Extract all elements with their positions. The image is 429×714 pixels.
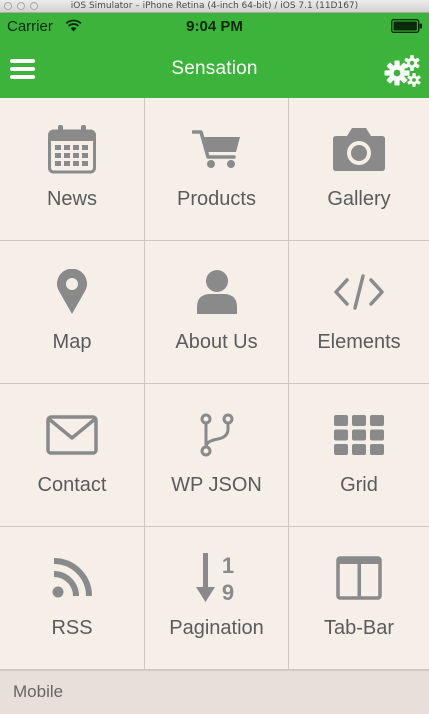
menu-item-label: WP JSON [171, 474, 262, 496]
menu-item-pagination[interactable]: 1 9 Pagination [145, 527, 289, 670]
camera-icon [333, 128, 385, 171]
menu-item-label: News [46, 188, 97, 210]
footer-bar: Mobile [0, 670, 429, 714]
menu-item-gallery[interactable]: Gallery [289, 98, 429, 241]
map-pin-icon [57, 269, 87, 314]
menu-item-label: About Us [175, 331, 258, 353]
rss-icon [52, 558, 92, 598]
menu-item-about-us[interactable]: About Us [145, 241, 289, 384]
status-time: 9:04 PM [186, 18, 243, 35]
page-title: Sensation [171, 58, 258, 79]
footer-label: Mobile [13, 682, 64, 701]
menu-item-label: Pagination [169, 617, 264, 639]
menu-item-elements[interactable]: Elements [289, 241, 429, 384]
menu-item-grid[interactable]: Grid [289, 384, 429, 527]
svg-text:9: 9 [221, 580, 233, 605]
simulator-title: iOS Simulator – iPhone Retina (4-inch 64… [70, 1, 359, 11]
menu-item-label: Elements [317, 331, 401, 353]
shopping-cart-icon [191, 130, 240, 168]
user-icon [196, 270, 237, 314]
menu-item-rss[interactable]: RSS [0, 527, 145, 670]
menu-item-map[interactable]: Map [0, 241, 145, 384]
menu-item-label: Tab-Bar [323, 617, 395, 639]
menu-item-tab-bar[interactable]: Tab-Bar [289, 527, 429, 670]
grid-icon [334, 415, 384, 455]
menu-item-news[interactable]: News [0, 98, 145, 241]
code-icon [334, 274, 384, 310]
navigation-bar: Sensation [0, 40, 429, 98]
svg-text:1: 1 [221, 553, 233, 578]
menu-item-contact[interactable]: Contact [0, 384, 145, 527]
status-bar: Carrier 9:04 PM [0, 13, 429, 40]
gears-icon [384, 55, 421, 87]
menu-grid: News Products Gallery Map About Us Eleme… [0, 98, 429, 670]
columns-icon [336, 556, 382, 600]
calendar-icon [48, 125, 96, 174]
menu-item-label: Products [177, 188, 256, 210]
settings-button[interactable] [383, 53, 423, 89]
menu-item-label: Gallery [327, 188, 391, 210]
menu-item-label: RSS [51, 617, 93, 639]
menu-item-label: Contact [37, 474, 107, 496]
menu-item-wp-json[interactable]: WP JSON [145, 384, 289, 527]
battery-icon [391, 19, 422, 33]
envelope-icon [46, 415, 98, 455]
menu-item-label: Grid [340, 474, 378, 496]
menu-item-products[interactable]: Products [145, 98, 289, 241]
simulator-title-bar: iOS Simulator – iPhone Retina (4-inch 64… [0, 0, 429, 13]
menu-item-label: Map [52, 331, 92, 353]
sort-numeric-icon: 1 9 [195, 553, 234, 605]
code-fork-icon [200, 413, 233, 457]
